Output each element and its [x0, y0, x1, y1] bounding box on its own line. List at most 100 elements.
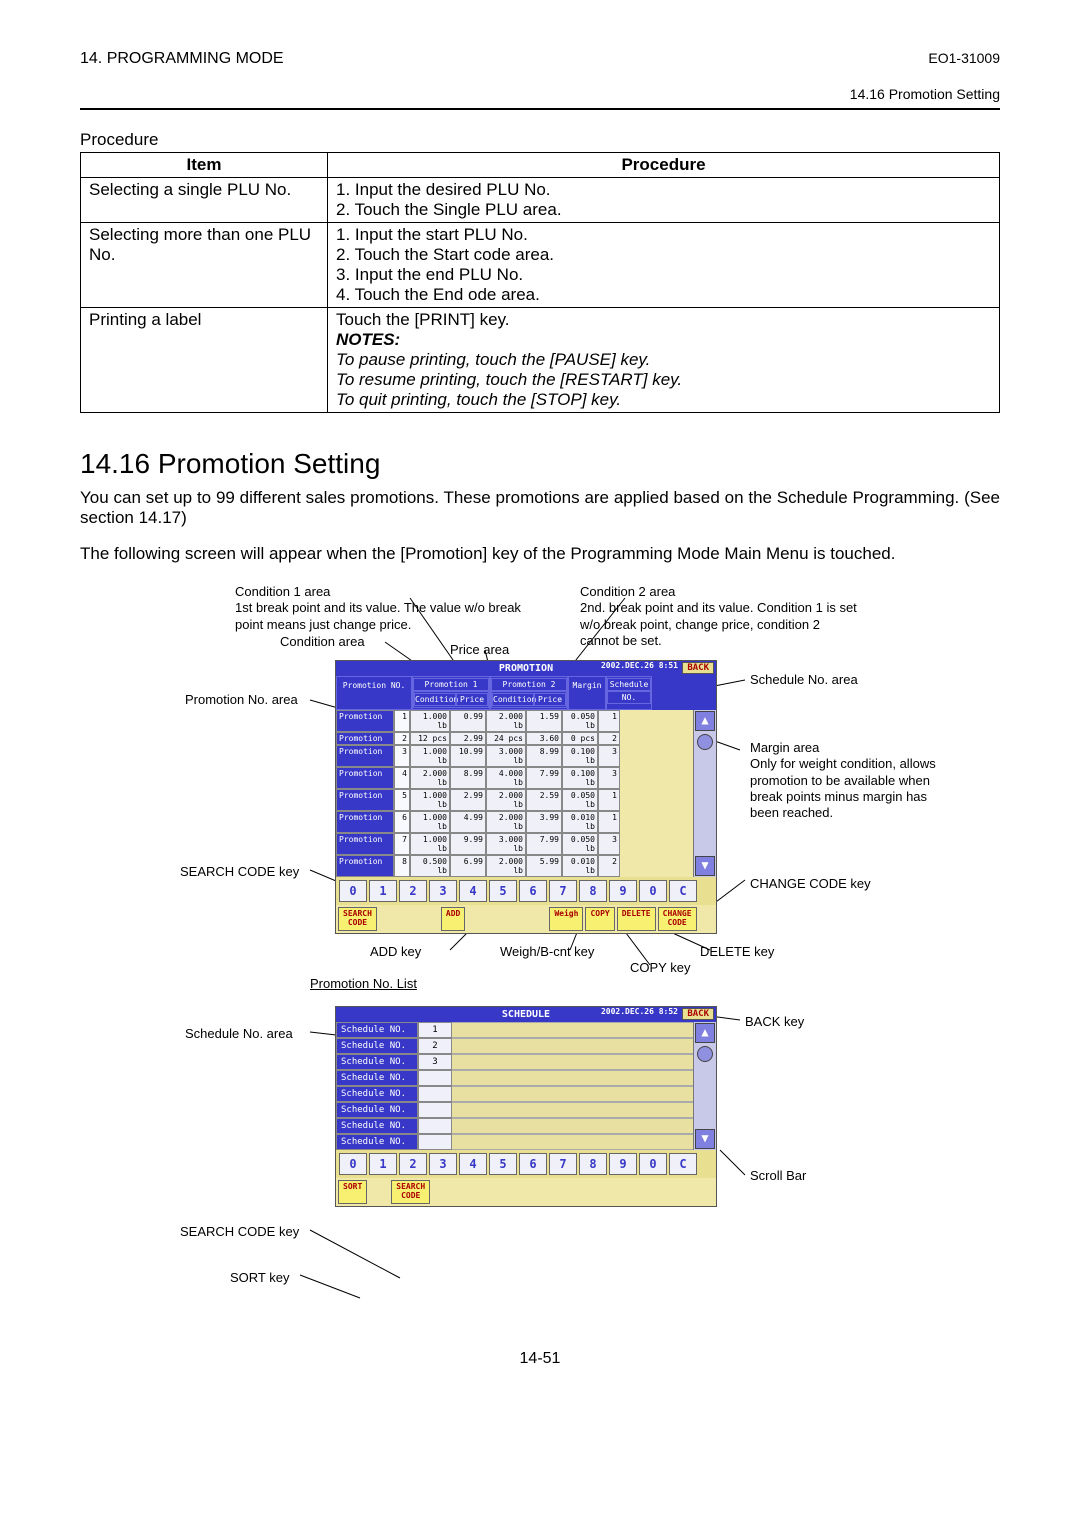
ann-cond-area: Condition area [280, 634, 365, 650]
scroll-down-icon[interactable]: ▼ [695, 1129, 715, 1149]
scroll-thumb[interactable] [697, 734, 713, 750]
table-row[interactable]: Schedule NO. [336, 1070, 693, 1086]
ann-weigh-key: Weigh/B-cnt key [500, 944, 594, 960]
keypad-key[interactable]: 1 [369, 880, 397, 902]
keypad-key[interactable]: 6 [519, 1153, 547, 1175]
table-row[interactable]: Schedule NO.1 [336, 1022, 693, 1038]
ann-list-title: Promotion No. List [310, 976, 417, 992]
keypad-key[interactable]: 8 [579, 1153, 607, 1175]
ann-margin: Margin area Only for weight condition, a… [750, 740, 950, 821]
keypad-key[interactable]: 2 [399, 1153, 427, 1175]
keypad-key[interactable]: 0 [339, 880, 367, 902]
keypad-key[interactable]: 7 [549, 1153, 577, 1175]
procedure-label: Procedure [80, 130, 1000, 150]
keypad-key[interactable]: 1 [369, 1153, 397, 1175]
ann-delete-key: DELETE key [700, 944, 774, 960]
search-code-button2[interactable]: SEARCH CODE [391, 1180, 430, 1204]
table-row[interactable]: Promotion61.000 lb4.992.000 lb3.990.010 … [336, 811, 693, 833]
ann-add-key: ADD key [370, 944, 421, 960]
section-para2: The following screen will appear when th… [80, 544, 1000, 564]
ann-copy-key: COPY key [630, 960, 690, 976]
back-button[interactable]: BACK [682, 662, 714, 674]
keypad-key[interactable]: 2 [399, 880, 427, 902]
keypad-key[interactable]: 0 [639, 880, 667, 902]
subheading: 14.16 Promotion Setting [80, 86, 1000, 102]
keypad-key[interactable]: C [669, 880, 697, 902]
add-button[interactable]: ADD [441, 907, 465, 931]
table-row[interactable]: Promotion11.000 lb0.992.000 lb1.590.050 … [336, 710, 693, 732]
schedule-screen: SCHEDULE 2002.DEC.26 8:52 BACK Schedule … [335, 1006, 717, 1207]
promotion-screen: PROMOTION 2002.DEC.26 8:51 BACK Promotio… [335, 660, 717, 934]
promotion-rows: Promotion11.000 lb0.992.000 lb1.590.050 … [336, 710, 693, 877]
search-code-button[interactable]: SEARCH CODE [338, 907, 377, 931]
keypad-key[interactable]: 6 [519, 880, 547, 902]
keypad-key[interactable]: 9 [609, 880, 637, 902]
ann-promo-no: Promotion No. area [185, 692, 298, 708]
doc-id: EO1-31009 [928, 50, 1000, 66]
keypad-key[interactable]: 5 [489, 880, 517, 902]
keypad-key[interactable]: 3 [429, 1153, 457, 1175]
ann-search-code: SEARCH CODE key [180, 864, 299, 880]
back-button2[interactable]: BACK [682, 1008, 714, 1020]
chapter-title: 14. PROGRAMMING MODE [80, 50, 284, 68]
table-row: Selecting more than one PLU No. 1. Input… [81, 223, 1000, 308]
table-row[interactable]: Promotion80.500 lb6.992.000 lb5.990.010 … [336, 855, 693, 877]
section-para1: You can set up to 99 different sales pro… [80, 488, 1000, 528]
keypad-key[interactable]: 0 [339, 1153, 367, 1175]
ann-scrollbar: Scroll Bar [750, 1168, 806, 1184]
keypad-key[interactable]: 7 [549, 880, 577, 902]
ann-sched-area: Schedule No. area [750, 672, 858, 688]
table-row[interactable]: Promotion71.000 lb9.993.000 lb7.990.050 … [336, 833, 693, 855]
scrollbar[interactable]: ▲ ▼ [693, 710, 716, 877]
ann-cond2-area: Condition 2 area 2nd. break point and it… [580, 584, 860, 649]
function-row: SEARCH CODE ADD Weigh COPY DELETE CHANGE… [336, 905, 716, 933]
weigh-button[interactable]: Weigh [549, 907, 583, 931]
delete-button[interactable]: DELETE [617, 907, 656, 931]
keypad-key[interactable]: 4 [459, 880, 487, 902]
section-heading: 14.16 Promotion Setting [80, 448, 1000, 480]
keypad-key[interactable]: 9 [609, 1153, 637, 1175]
numeric-keypad: 01234567890C [336, 877, 716, 905]
scroll-up-icon[interactable]: ▲ [695, 711, 715, 731]
keypad-key[interactable]: C [669, 1153, 697, 1175]
table-row[interactable]: Schedule NO. [336, 1118, 693, 1134]
change-code-button[interactable]: CHANGE CODE [658, 907, 697, 931]
ann-back-key: BACK key [745, 1014, 804, 1030]
table-row[interactable]: Schedule NO. [336, 1134, 693, 1150]
page-number: 14-51 [80, 1350, 1000, 1368]
scroll-up-icon[interactable]: ▲ [695, 1023, 715, 1043]
keypad-key[interactable]: 3 [429, 880, 457, 902]
table-row[interactable]: Promotion42.000 lb8.994.000 lb7.990.100 … [336, 767, 693, 789]
ann-change-code: CHANGE CODE key [750, 876, 871, 892]
keypad-key[interactable]: 8 [579, 880, 607, 902]
ann-price-area: Price area [450, 642, 509, 658]
table-row: Printing a label Touch the [PRINT] key. … [81, 308, 1000, 413]
schedule-rows: Schedule NO.1Schedule NO.2Schedule NO.3S… [336, 1022, 693, 1150]
function-row2: SORT SEARCH CODE [336, 1178, 716, 1206]
numeric-keypad2: 01234567890C [336, 1150, 716, 1178]
scroll-down-icon[interactable]: ▼ [695, 856, 715, 876]
table-row[interactable]: Promotion31.000 lb10.993.000 lb8.990.100… [336, 745, 693, 767]
table-row: Selecting a single PLU No. 1. Input the … [81, 178, 1000, 223]
keypad-key[interactable]: 0 [639, 1153, 667, 1175]
sort-button[interactable]: SORT [338, 1180, 367, 1204]
table-row[interactable]: Schedule NO. [336, 1086, 693, 1102]
th-item: Item [81, 153, 328, 178]
scrollbar2[interactable]: ▲ ▼ [693, 1022, 716, 1150]
screen2-title: SCHEDULE 2002.DEC.26 8:52 BACK [336, 1007, 716, 1022]
th-procedure: Procedure [328, 153, 1000, 178]
table-row[interactable]: Promotion212 pcs2.9924 pcs3.600 pcs2 [336, 732, 693, 745]
procedure-table: Item Procedure Selecting a single PLU No… [80, 152, 1000, 413]
copy-button[interactable]: COPY [585, 907, 614, 931]
table-row[interactable]: Schedule NO.3 [336, 1054, 693, 1070]
col-headers: Promotion NO. Promotion 1 ConditionPrice… [336, 676, 716, 710]
keypad-key[interactable]: 4 [459, 1153, 487, 1175]
table-row[interactable]: Schedule NO.2 [336, 1038, 693, 1054]
keypad-key[interactable]: 5 [489, 1153, 517, 1175]
ann-cond1-area: Condition 1 area 1st break point and its… [235, 584, 525, 633]
ann-search-code2: SEARCH CODE key [180, 1224, 299, 1240]
divider [80, 108, 1000, 110]
table-row[interactable]: Promotion51.000 lb2.992.000 lb2.590.050 … [336, 789, 693, 811]
scroll-thumb[interactable] [697, 1046, 713, 1062]
table-row[interactable]: Schedule NO. [336, 1102, 693, 1118]
